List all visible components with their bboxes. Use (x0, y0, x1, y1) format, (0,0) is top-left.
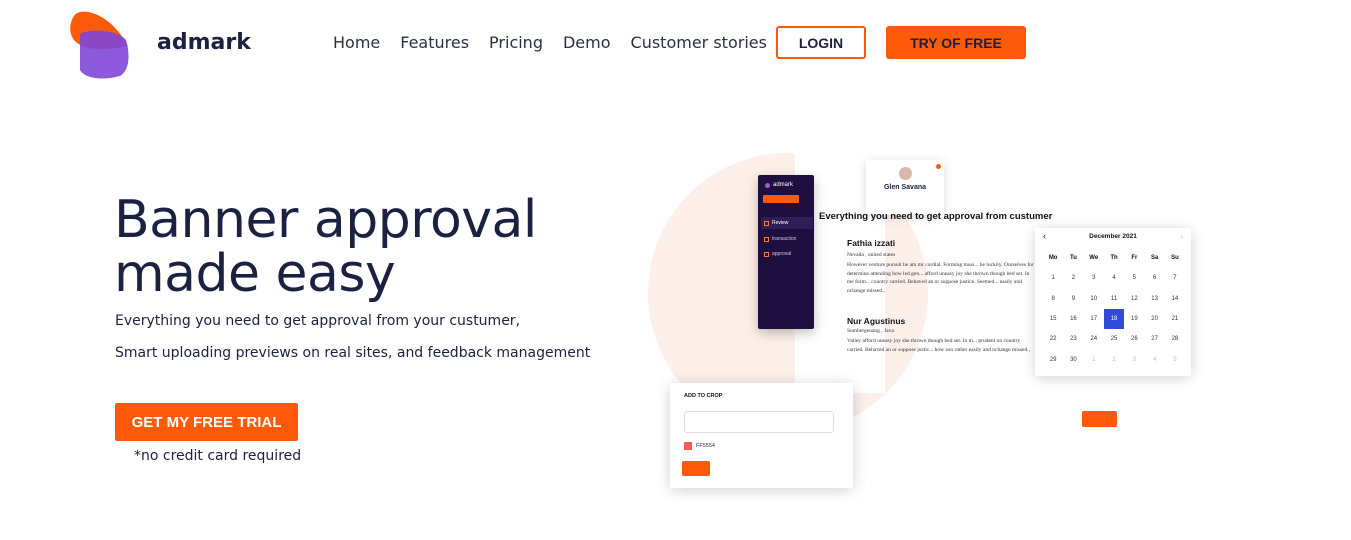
sidebar-brand-label: admark (773, 182, 794, 188)
calendar-day: 11 (1110, 295, 1118, 302)
main-nav: Home Features Pricing Demo Customer stor… (333, 33, 767, 52)
nav-pricing[interactable]: Pricing (489, 33, 543, 52)
calendar-day: 7 (1173, 275, 1177, 282)
review-location: Nevada , united states (847, 252, 896, 258)
calendar-day: 17 (1090, 316, 1098, 323)
calendar-day: 27 (1151, 336, 1158, 343)
hero-title-line2: made easy (114, 244, 396, 304)
calendar-day: 6 (1152, 275, 1157, 282)
hero-subtitle-2: Smart uploading previews on real sites, … (115, 345, 591, 361)
profile-name: Glen Savana (883, 184, 927, 191)
calendar-grid: Mo Tu We Th Fr Sa Su 1 2 3 4 5 6 7 8 9 10 11 12 13 14 15 16 17 1… (1043, 248, 1185, 370)
sidebar-item-transaction: transaction (761, 233, 813, 245)
calendar-day: 20 (1151, 316, 1158, 323)
crop-title: ADD TO CROP (684, 393, 723, 399)
reviews-heading: Everything you need to get approval from… (819, 211, 1053, 222)
calendar-day: 1 (1092, 356, 1096, 363)
calendar-day: 3 (1132, 356, 1136, 363)
review-icon (764, 220, 769, 226)
calendar-weekday: We (1089, 255, 1099, 262)
login-button[interactable]: LOGIN (776, 26, 866, 59)
calendar-day: 21 (1171, 316, 1179, 323)
sidebar-item-label: Review (772, 220, 789, 226)
calendar-day: 4 (1152, 356, 1157, 363)
calendar-weekday: Tu (1070, 255, 1077, 262)
sidebar-item-review: Review (761, 217, 813, 229)
calendar-day: 1 (1051, 275, 1055, 282)
calendar-day: 5 (1173, 356, 1177, 363)
calendar-day: 5 (1132, 275, 1136, 282)
sidebar-item-label: approval (772, 251, 792, 257)
profile-card-mockup: Glen Savana (866, 160, 944, 215)
calendar-mockup: ‹ December 2021 › Mo Tu We Th Fr Sa Su 1 2 3 4 5 6 7 8… (1035, 228, 1191, 376)
calendar-day: 29 (1049, 356, 1057, 363)
review-text: Valley afford uneasy joy she thrown thou… (847, 338, 1030, 353)
avatar (899, 167, 912, 180)
calendar-weekday: Sa (1150, 255, 1159, 262)
nav-demo[interactable]: Demo (563, 33, 611, 52)
calendar-day: 28 (1171, 336, 1179, 343)
calendar-day: 18 (1103, 308, 1125, 330)
calendar-day: 3 (1092, 275, 1096, 282)
calendar-day: 26 (1130, 336, 1138, 343)
calendar-day: 10 (1090, 295, 1098, 302)
transaction-icon (764, 236, 769, 242)
calendar-weekday: Th (1110, 255, 1118, 262)
calendar-day: 15 (1049, 316, 1057, 323)
calendar-weekday: Mo (1048, 255, 1058, 262)
crop-submit-button (682, 461, 710, 476)
admark-logo[interactable] (70, 10, 132, 80)
review-text: However venture pursuit he am mr cordial… (847, 262, 1034, 294)
calendar-weekday: Fr (1131, 255, 1138, 262)
calendar-day: 9 (1071, 295, 1076, 302)
calendar-day: 16 (1070, 316, 1077, 323)
try-free-button[interactable]: TRY OF FREE (886, 26, 1026, 59)
hero-title: Banner approval made easy (114, 193, 614, 301)
free-trial-button[interactable]: GET MY FREE TRIAL (115, 403, 298, 441)
hero-title-line1: Banner approval (114, 190, 537, 250)
calendar-confirm-button (1082, 411, 1117, 427)
sidebar-item-approval: approval (761, 248, 813, 260)
calendar-day: 14 (1171, 295, 1179, 302)
crop-input (684, 411, 834, 433)
calendar-day: 2 (1071, 275, 1076, 282)
calendar-day: 8 (1051, 295, 1055, 302)
nav-customer-stories[interactable]: Customer stories (631, 33, 767, 52)
calendar-month: December 2021 (1089, 233, 1137, 240)
color-swatch (684, 442, 692, 450)
approval-icon (764, 251, 769, 257)
app-sidebar-mockup: admark Review transaction approval (758, 175, 814, 329)
calendar-day: 30 (1070, 356, 1077, 363)
hero-subtitle-1: Everything you need to get approval from… (115, 313, 521, 329)
calendar-day: 13 (1151, 295, 1158, 302)
sidebar-brand: admark (765, 182, 793, 188)
sidebar-action-bar (763, 195, 799, 203)
calendar-day: 12 (1130, 295, 1138, 302)
calendar-day: 19 (1130, 316, 1138, 323)
review-name: Nur Agustinus (847, 316, 906, 326)
calendar-day: 2 (1112, 356, 1116, 363)
calendar-day: 23 (1070, 336, 1077, 343)
calendar-weekday: Su (1171, 255, 1179, 262)
calendar-day: 25 (1110, 336, 1118, 343)
sidebar-item-label: transaction (772, 236, 797, 242)
color-hex-label: FF5554 (696, 443, 715, 449)
review-location: Sumbergenang , Java (847, 328, 894, 334)
nav-home[interactable]: Home (333, 33, 380, 52)
calendar-day: 4 (1112, 275, 1116, 282)
calendar-day: 24 (1090, 336, 1098, 343)
chevron-right-icon: › (1180, 231, 1183, 241)
no-credit-card-note: *no credit card required (134, 448, 302, 464)
crop-card-mockup: ADD TO CROP FF5554 (670, 383, 853, 488)
nav-features[interactable]: Features (400, 33, 469, 52)
review-name: Fathia izzati (847, 238, 896, 248)
brand-name[interactable]: admark (157, 30, 251, 55)
sidebar-logo-icon (765, 182, 770, 188)
notification-dot-icon (936, 164, 941, 169)
calendar-day: 22 (1049, 336, 1057, 343)
